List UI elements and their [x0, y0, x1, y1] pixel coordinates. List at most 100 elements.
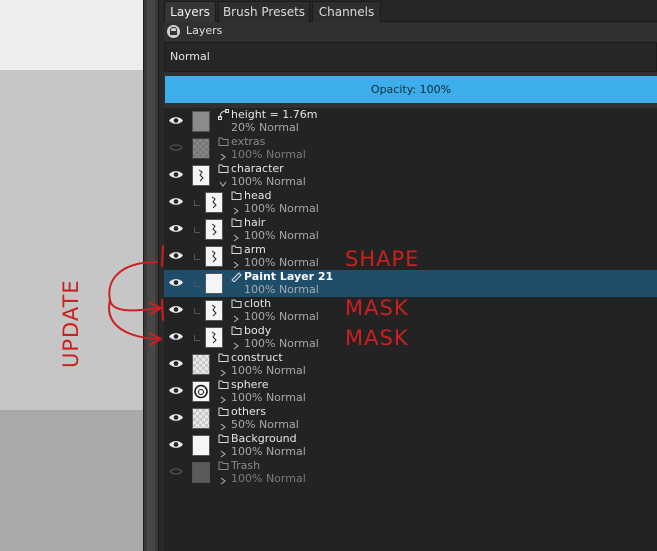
docker-tab-bar: Layers Brush Presets Channels [164, 0, 657, 22]
tab-brush-presets[interactable]: Brush Presets [218, 1, 310, 22]
tree-connector [194, 227, 200, 233]
layer-opacity-blend-status: 100% Normal [231, 472, 306, 485]
layer-row-paint-layer-21[interactable]: Paint Layer 21 100% Normal [164, 270, 657, 297]
lock-icon[interactable] [167, 25, 180, 38]
layer-thumbnail [192, 381, 210, 402]
layer-name[interactable]: head [244, 189, 271, 203]
layer-name[interactable]: character [231, 162, 284, 176]
layer-name[interactable]: cloth [244, 297, 271, 311]
scrollbar-thumb[interactable] [147, 0, 155, 551]
canvas-lower-area [0, 410, 143, 551]
layer-thumbnail [192, 435, 210, 456]
visibility-eye-icon[interactable] [168, 304, 184, 315]
layer-row-others[interactable]: others 50% Normal [164, 405, 657, 432]
visibility-eye-icon[interactable] [168, 412, 184, 423]
layer-name[interactable]: construct [231, 351, 283, 365]
tree-connector [194, 254, 200, 260]
group-layer-icon [231, 298, 242, 309]
chevron-right-icon[interactable] [219, 421, 227, 431]
paint-layer-icon [231, 271, 242, 283]
layer-thumbnail [192, 165, 210, 186]
layer-name[interactable]: Background [231, 432, 297, 446]
visibility-eye-icon[interactable] [168, 223, 184, 234]
layer-row-arm[interactable]: arm 100% Normal [164, 243, 657, 270]
layer-opacity-blend-status: 100% Normal [231, 148, 306, 161]
layer-name[interactable]: others [231, 405, 266, 419]
visibility-eye-icon[interactable] [168, 331, 184, 342]
docker-title: Layers [186, 24, 223, 37]
group-layer-icon [231, 217, 242, 228]
tab-channels[interactable]: Channels [312, 1, 381, 22]
layer-row-extras[interactable]: extras 100% Normal [164, 135, 657, 162]
canvas-vertical-scrollbar[interactable] [143, 0, 158, 551]
layer-row-hair[interactable]: hair 100% Normal [164, 216, 657, 243]
chevron-right-icon[interactable] [219, 151, 227, 161]
visibility-eye-icon[interactable] [168, 196, 184, 207]
chevron-right-icon[interactable] [232, 313, 240, 323]
layer-name[interactable]: sphere [231, 378, 269, 392]
chevron-right-icon[interactable] [219, 367, 227, 377]
visibility-eye-icon[interactable] [168, 358, 184, 369]
vector-layer-icon [218, 109, 229, 120]
docker-title-bar: Layers [164, 22, 657, 40]
chevron-down-icon[interactable] [219, 178, 227, 187]
group-layer-icon [218, 352, 229, 363]
layer-name[interactable]: height = 1.76m [231, 108, 317, 122]
tree-connector [194, 281, 200, 287]
layer-opacity-blend-status: 100% Normal [231, 175, 306, 188]
visibility-eye-icon[interactable] [168, 169, 184, 180]
layer-row-sphere[interactable]: sphere 100% Normal [164, 378, 657, 405]
layer-row-head[interactable]: head 100% Normal [164, 189, 657, 216]
group-layer-icon [218, 136, 229, 147]
layer-opacity-blend-status: 100% Normal [244, 256, 319, 269]
layer-opacity-blend-status: 50% Normal [231, 418, 299, 431]
blending-mode-select[interactable]: Normal [164, 42, 657, 72]
hidden-eye-icon[interactable] [168, 142, 184, 153]
layer-row-construct[interactable]: construct 100% Normal [164, 351, 657, 378]
group-layer-icon [218, 433, 229, 444]
hidden-eye-icon[interactable] [168, 466, 184, 477]
group-layer-icon [218, 460, 229, 471]
layer-name[interactable]: body [244, 324, 271, 338]
chevron-right-icon[interactable] [232, 232, 240, 242]
layer-row-body[interactable]: body 100% Normal [164, 324, 657, 351]
opacity-slider[interactable]: Opacity: 100% [165, 76, 657, 103]
layer-opacity-blend-status: 100% Normal [231, 391, 306, 404]
tab-layers[interactable]: Layers [164, 1, 216, 22]
group-layer-icon [218, 163, 229, 174]
chevron-right-icon[interactable] [232, 205, 240, 215]
chevron-right-icon[interactable] [232, 259, 240, 269]
tree-connector [194, 200, 200, 206]
group-layer-icon [231, 244, 242, 255]
visibility-eye-icon[interactable] [168, 115, 184, 126]
layer-name[interactable]: hair [244, 216, 265, 230]
chevron-right-icon[interactable] [232, 340, 240, 350]
layer-list[interactable]: height = 1.76m 20% Normal extras 100% Norma… [164, 108, 657, 551]
layer-thumbnail [205, 192, 223, 213]
layer-thumbnail [192, 408, 210, 429]
visibility-eye-icon[interactable] [168, 439, 184, 450]
layer-row-cloth[interactable]: cloth 100% Normal [164, 297, 657, 324]
chevron-right-icon[interactable] [219, 448, 227, 458]
layer-row-character[interactable]: character 100% Normal [164, 162, 657, 189]
layer-name[interactable]: Trash [231, 459, 260, 473]
visibility-eye-icon[interactable] [168, 385, 184, 396]
layer-opacity-blend-status: 100% Normal [244, 283, 319, 296]
layer-opacity-blend-status: 100% Normal [244, 337, 319, 350]
tree-connector [194, 308, 200, 314]
layer-name[interactable]: extras [231, 135, 265, 149]
layer-opacity-blend-status: 100% Normal [244, 310, 319, 323]
group-layer-icon [218, 379, 229, 390]
visibility-eye-icon[interactable] [168, 250, 184, 261]
layer-name[interactable]: arm [244, 243, 266, 257]
layer-name[interactable]: Paint Layer 21 [244, 270, 333, 284]
layers-docker: Layers Brush Presets Channels Layers Nor… [164, 0, 657, 551]
layer-row-trash[interactable]: Trash 100% Normal [164, 459, 657, 486]
layer-row-height-1-76m[interactable]: height = 1.76m 20% Normal [164, 108, 657, 135]
layer-row-background[interactable]: Background 100% Normal [164, 432, 657, 459]
chevron-right-icon[interactable] [219, 394, 227, 404]
canvas-document[interactable] [0, 70, 143, 410]
visibility-eye-icon[interactable] [168, 277, 184, 288]
chevron-right-icon[interactable] [219, 475, 227, 485]
canvas-area[interactable] [0, 0, 143, 551]
